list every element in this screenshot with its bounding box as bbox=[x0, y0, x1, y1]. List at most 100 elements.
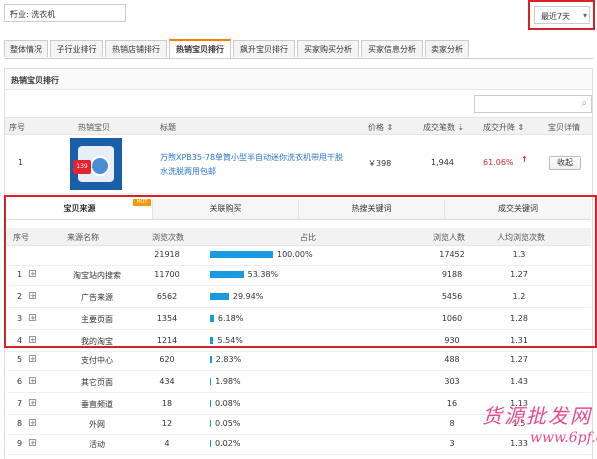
industry-select[interactable]: 行业: 洗衣机 ▾ bbox=[4, 4, 126, 22]
product-price: ￥398 bbox=[368, 159, 392, 168]
tab-hot-shops[interactable]: 热销店铺排行 bbox=[105, 40, 167, 57]
share-bar bbox=[210, 271, 244, 278]
visits-value: 11700 bbox=[154, 270, 180, 279]
row-index: 3 bbox=[17, 314, 23, 323]
expand-icon[interactable]: + bbox=[29, 377, 36, 385]
tab-hot-items[interactable]: 热销宝贝排行 bbox=[169, 39, 231, 58]
row-index: 1 bbox=[17, 270, 23, 279]
tab-label: 热销宝贝排行 bbox=[176, 45, 224, 54]
share-value: 100.00% bbox=[277, 250, 313, 259]
share-bar bbox=[210, 251, 273, 258]
row-index: 9 bbox=[17, 439, 23, 448]
row-index: 6 bbox=[17, 377, 23, 386]
visitors-value: 9188 bbox=[441, 270, 463, 279]
share-bar bbox=[210, 400, 211, 407]
header-title: 标题 bbox=[160, 123, 176, 132]
share-bar bbox=[210, 378, 212, 385]
product-table-header: 序号 热销宝贝 标题 价格 ⇕ 成交笔数 ⇣ 成交升降 ⇕ 宝贝详情 bbox=[5, 117, 592, 135]
table-row: 21918 100.00% 17452 1.3 bbox=[7, 245, 591, 266]
visitors-value: 8 bbox=[449, 419, 455, 428]
tab-label: 热销店铺排行 bbox=[112, 45, 160, 54]
per-person-value: 1.27 bbox=[510, 270, 528, 279]
tab-rising-items[interactable]: 飙升宝贝排行 bbox=[233, 40, 295, 57]
panel-header: 热销宝贝排行 bbox=[4, 68, 593, 90]
share-value: 0.08% bbox=[215, 399, 241, 408]
table-row: 3 + 主要页面 1354 6.18% 1060 1.28 bbox=[7, 309, 591, 330]
source-name: 支付中心 bbox=[81, 356, 113, 365]
expand-icon[interactable]: + bbox=[29, 270, 36, 278]
share-bar bbox=[210, 420, 211, 427]
per-person-value: 1.43 bbox=[510, 377, 528, 386]
visits-value: 1214 bbox=[156, 336, 178, 345]
product-thumbnail[interactable]: 139 bbox=[70, 138, 122, 190]
date-range-label: 最近7天 bbox=[541, 12, 571, 21]
share-value: 1.98% bbox=[215, 377, 241, 386]
share-bar bbox=[210, 293, 229, 300]
product-deals: 1,944 bbox=[431, 158, 454, 167]
expand-icon[interactable]: + bbox=[29, 399, 36, 407]
row-index: 1 bbox=[18, 158, 24, 167]
tab-label: 飙升宝贝排行 bbox=[240, 45, 288, 54]
row-index: 4 bbox=[17, 336, 23, 345]
source-name: 垂直频道 bbox=[81, 400, 113, 409]
product-title-link[interactable]: 万煦XPB35-78单筒小型半自动迷你洗衣机带甩干脱水洗脱两用包邮 bbox=[160, 151, 350, 179]
share-value: 29.94% bbox=[232, 292, 264, 301]
collapse-button[interactable]: 收起 bbox=[549, 156, 581, 170]
visits-value: 1354 bbox=[156, 314, 178, 323]
search-input[interactable]: ⌕ bbox=[474, 95, 592, 113]
tab-overview[interactable]: 整体情况 bbox=[4, 40, 48, 57]
per-person-value: 1.2 bbox=[512, 292, 526, 301]
visits-value: 12 bbox=[161, 419, 173, 428]
visitors-value: 1060 bbox=[441, 314, 463, 323]
tab-label: 买家购买分析 bbox=[304, 45, 352, 54]
visits-value: 21918 bbox=[154, 250, 180, 259]
header-trend[interactable]: 成交升降 ⇕ bbox=[483, 122, 524, 133]
source-name: 我的淘宝 bbox=[81, 337, 113, 346]
share-value: 0.05% bbox=[215, 419, 241, 428]
table-row: 1 + 淘宝站内搜索 11700 53.38% 9188 1.27 bbox=[7, 265, 591, 286]
share-bar bbox=[210, 440, 211, 447]
drum-icon bbox=[90, 156, 110, 176]
table-row: 5 + 支付中心 620 2.83% 488 1.27 bbox=[7, 350, 591, 371]
date-range-select[interactable]: 最近7天 ▾ bbox=[534, 6, 590, 24]
expand-icon[interactable]: + bbox=[29, 355, 36, 363]
expand-icon[interactable]: + bbox=[29, 419, 36, 427]
expand-icon[interactable]: + bbox=[29, 439, 36, 447]
tab-sub-industry[interactable]: 子行业排行 bbox=[50, 40, 103, 57]
panel-title: 热销宝贝排行 bbox=[11, 76, 59, 85]
share-bar bbox=[210, 315, 214, 322]
tab-buyer-info[interactable]: 买家信息分析 bbox=[361, 40, 423, 57]
expand-icon[interactable]: + bbox=[29, 314, 36, 322]
share-value: 0.02% bbox=[215, 439, 241, 448]
visitors-value: 17452 bbox=[439, 250, 465, 259]
header-detail: 宝贝详情 bbox=[548, 123, 580, 132]
tab-seller[interactable]: 卖家分析 bbox=[425, 40, 469, 57]
source-name: 外网 bbox=[89, 420, 105, 429]
price-badge: 139 bbox=[73, 160, 91, 174]
expand-icon[interactable]: + bbox=[29, 292, 36, 300]
date-range-highlight: 最近7天 ▾ bbox=[528, 0, 595, 30]
tab-buyer-purchase[interactable]: 买家购买分析 bbox=[297, 40, 359, 57]
source-name: 主要页面 bbox=[81, 315, 113, 324]
header-price[interactable]: 价格 ⇕ bbox=[368, 122, 393, 133]
table-row: 2 + 广告来源 6562 29.94% 5456 1.2 bbox=[7, 287, 591, 308]
source-name: 其它页面 bbox=[81, 378, 113, 387]
visitors-value: 488 bbox=[444, 355, 460, 364]
chevron-down-icon: ▾ bbox=[10, 8, 15, 17]
expand-icon[interactable]: + bbox=[29, 336, 36, 344]
source-name: 活动 bbox=[89, 440, 105, 449]
header-deals[interactable]: 成交笔数 ⇣ bbox=[423, 122, 464, 133]
row-index: 5 bbox=[17, 355, 23, 364]
main-tabs: 整体情况 子行业排行 热销店铺排行 热销宝贝排行 飙升宝贝排行 买家购买分析 买… bbox=[4, 39, 593, 59]
table-row: 6 + 其它页面 434 1.98% 303 1.43 bbox=[7, 372, 591, 393]
search-icon[interactable]: ⌕ bbox=[581, 98, 587, 109]
per-person-value: 1.31 bbox=[510, 336, 528, 345]
share-value: 53.38% bbox=[247, 270, 279, 279]
visitors-value: 3 bbox=[449, 439, 455, 448]
watermark-url: www.6pf.cn bbox=[530, 430, 597, 446]
tab-label: 买家信息分析 bbox=[368, 45, 416, 54]
share-bar bbox=[210, 337, 214, 344]
tab-label: 子行业排行 bbox=[56, 45, 97, 54]
source-name: 广告来源 bbox=[81, 293, 113, 302]
per-person-value: 1.28 bbox=[510, 314, 528, 323]
